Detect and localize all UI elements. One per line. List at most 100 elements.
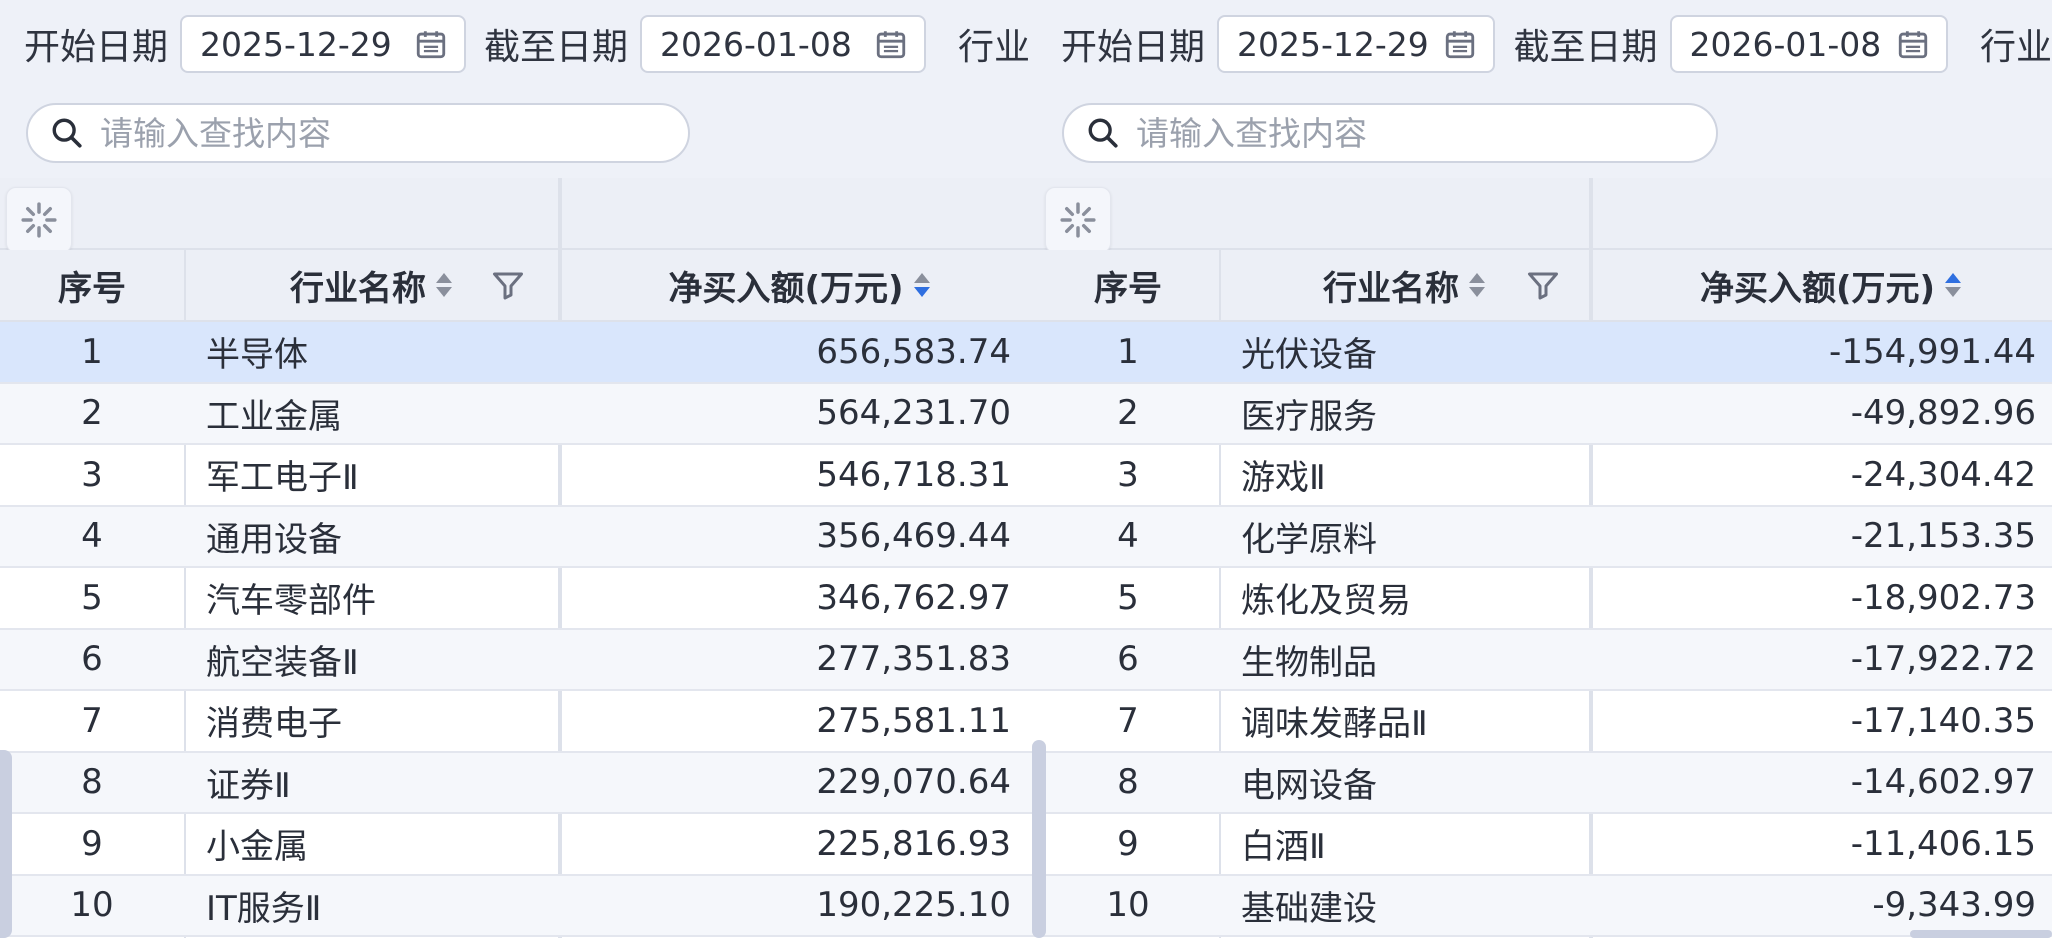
search-icon: [1088, 118, 1118, 148]
end-date-picker[interactable]: 2026-01-08: [640, 15, 927, 73]
end-date-value: 2026-01-08: [1689, 24, 1882, 64]
end-date-picker[interactable]: 2026-01-08: [1669, 15, 1948, 73]
row-index: 5: [1117, 577, 1139, 618]
row-net-buy-value: -18,902.73: [1850, 577, 2036, 618]
loading-icon: [21, 202, 57, 238]
header-index: 序号: [0, 250, 184, 320]
row-industry-name: 炼化及贸易: [1241, 581, 1411, 622]
table-row[interactable]: 10 基础建设 -9,343.99: [1037, 875, 2052, 937]
start-date-picker[interactable]: 2025-12-29: [180, 15, 467, 73]
header-net-buy[interactable]: 净买入额(万元): [561, 250, 1037, 320]
table-row[interactable]: 8 电网设备 -14,602.97: [1037, 752, 2052, 814]
row-net-buy-value: 275,581.11: [816, 700, 1011, 741]
row-net-buy-value: -17,140.35: [1850, 700, 2036, 741]
row-industry-name: 消费电子: [206, 704, 342, 745]
table-row[interactable]: 5 炼化及贸易 -18,902.73: [1037, 568, 2052, 630]
header-net-buy[interactable]: 净买入额(万元): [1592, 250, 2052, 320]
row-industry-name: 游戏Ⅱ: [1241, 458, 1326, 499]
table-row[interactable]: 3 游戏Ⅱ -24,304.42: [1037, 445, 2052, 507]
header-industry-name[interactable]: 行业名称: [184, 250, 558, 320]
filter-icon[interactable]: [1525, 268, 1561, 304]
start-date-label: 开始日期: [1061, 27, 1206, 68]
row-industry-name: 白酒Ⅱ: [1241, 827, 1326, 868]
table-row[interactable]: 9 白酒Ⅱ -11,406.15: [1037, 814, 2052, 876]
calendar-icon[interactable]: [414, 27, 448, 61]
row-industry-name: 生物制品: [1241, 642, 1377, 683]
table-body: 1 半导体 656,583.74 2 工业金属 564,231.70 3 军工电子Ⅱ 546…: [0, 322, 1037, 937]
row-index: 7: [81, 700, 103, 741]
row-net-buy-value: 656,583.74: [816, 331, 1011, 372]
calendar-icon[interactable]: [1443, 27, 1477, 61]
row-index: 3: [81, 454, 103, 495]
start-date-picker[interactable]: 2025-12-29: [1217, 15, 1496, 73]
start-date-value: 2025-12-29: [200, 24, 392, 64]
end-date-value: 2026-01-08: [660, 24, 852, 64]
row-index: 2: [1117, 393, 1139, 434]
table-row[interactable]: 9 小金属 225,816.93: [0, 814, 1037, 876]
table-row[interactable]: 3 军工电子Ⅱ 546,718.31: [0, 445, 1037, 507]
table-settings-button[interactable]: [1045, 187, 1111, 253]
search-input[interactable]: [98, 112, 662, 154]
row-industry-name: 航空装备Ⅱ: [206, 642, 359, 683]
row-industry-name: 军工电子Ⅱ: [206, 458, 359, 499]
table-row[interactable]: 8 证券Ⅱ 229,070.64: [0, 752, 1037, 814]
collapse-handle[interactable]: [1032, 740, 1046, 938]
start-date-label: 开始日期: [24, 27, 169, 68]
left-panel: 开始日期 2025-12-29 截至日期 2026-01-08 行业 请输入查找…: [0, 0, 1037, 938]
data-table: 序号 行业名称 净买入额(万元) 1 半导体 656,583.74 2 工业金属 564…: [0, 178, 1037, 938]
horizontal-scrollbar[interactable]: [1910, 930, 2052, 938]
sort-asc-icon[interactable]: [1945, 273, 1962, 297]
calendar-icon[interactable]: [1896, 27, 1930, 61]
row-net-buy-value: -11,406.15: [1850, 823, 2036, 864]
row-net-buy-value: 190,225.10: [816, 885, 1011, 926]
row-index: 8: [81, 762, 103, 803]
column-header-row: 序号 行业名称 净买入额(万元): [1037, 250, 2052, 322]
row-net-buy-value: 346,762.97: [816, 577, 1011, 618]
collapse-handle[interactable]: [0, 750, 12, 938]
row-industry-name: IT服务Ⅱ: [206, 888, 322, 929]
row-industry-name: 电网设备: [1241, 765, 1377, 806]
search-box[interactable]: [1062, 103, 1718, 163]
row-index: 9: [81, 823, 103, 864]
row-index: 4: [81, 516, 103, 557]
row-net-buy-value: -49,892.96: [1850, 393, 2036, 434]
table-row[interactable]: 6 生物制品 -17,922.72: [1037, 629, 2052, 691]
table-row[interactable]: 6 航空装备Ⅱ 277,351.83: [0, 629, 1037, 691]
table-row[interactable]: 7 消费电子 275,581.11: [0, 691, 1037, 753]
row-index: 4: [1117, 516, 1139, 557]
row-industry-name: 基础建设: [1241, 888, 1377, 929]
table-row[interactable]: 7 调味发酵品Ⅱ -17,140.35: [1037, 691, 2052, 753]
calendar-icon[interactable]: [874, 27, 908, 61]
table-row[interactable]: 4 化学原料 -21,153.35: [1037, 506, 2052, 568]
row-industry-name: 化学原料: [1241, 519, 1377, 560]
sort-desc-icon[interactable]: [913, 273, 930, 297]
row-industry-name: 证券Ⅱ: [206, 765, 291, 806]
row-net-buy-value: -14,602.97: [1850, 762, 2036, 803]
row-index: 9: [1117, 823, 1139, 864]
header-index-label: 序号: [1094, 268, 1162, 309]
search-box[interactable]: [26, 103, 690, 163]
table-row[interactable]: 1 半导体 656,583.74: [0, 322, 1037, 384]
table-row[interactable]: 5 汽车零部件 346,762.97: [0, 568, 1037, 630]
table-row[interactable]: 10 IT服务Ⅱ 190,225.10: [0, 875, 1037, 937]
header-index: 序号: [1037, 250, 1219, 320]
table-settings-button[interactable]: [6, 187, 72, 253]
start-date-value: 2025-12-29: [1237, 24, 1429, 64]
table-row[interactable]: 2 工业金属 564,231.70: [0, 383, 1037, 445]
row-industry-name: 小金属: [206, 827, 308, 868]
table-row[interactable]: 4 通用设备 356,469.44: [0, 506, 1037, 568]
table-row[interactable]: 2 医疗服务 -49,892.96: [1037, 383, 2052, 445]
group-header-row: [1037, 178, 2052, 253]
data-table: 序号 行业名称 净买入额(万元) 1 光伏设备 -154,991.44 2 医疗服务 -…: [1037, 178, 2052, 938]
sort-toggle-icon[interactable]: [1469, 273, 1485, 297]
row-net-buy-value: 546,718.31: [816, 454, 1011, 495]
row-index: 2: [81, 393, 103, 434]
sort-toggle-icon[interactable]: [436, 273, 452, 297]
row-net-buy-value: 277,351.83: [816, 639, 1011, 680]
header-industry-name[interactable]: 行业名称: [1219, 250, 1589, 320]
search-input[interactable]: [1134, 112, 1698, 154]
header-index-label: 序号: [58, 268, 126, 309]
table-row[interactable]: 1 光伏设备 -154,991.44: [1037, 322, 2052, 384]
row-index: 10: [70, 885, 114, 926]
filter-icon[interactable]: [490, 268, 526, 304]
